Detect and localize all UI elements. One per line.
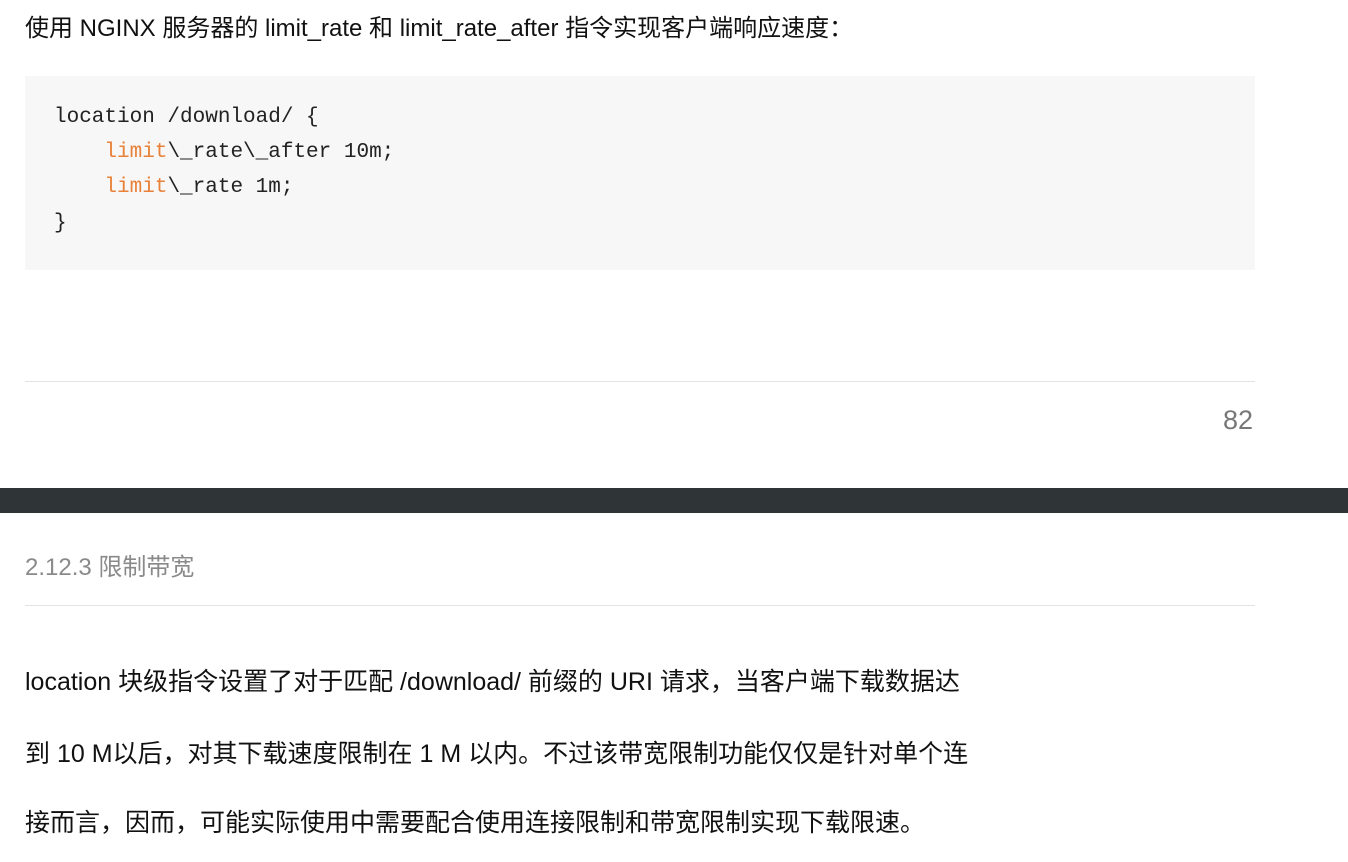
heading-divider xyxy=(25,605,1255,606)
paragraph-line-3: 接而言，因而，可能实际使用中需要配合使用连接限制和带宽限制实现下载限速。 xyxy=(25,809,926,837)
page-number: 82 xyxy=(1222,405,1253,435)
code-line-location: location /download/ { xyxy=(54,106,319,129)
intro-text: 使用 NGINX 服务器的 limit_rate 和 limit_rate_af… xyxy=(25,15,854,42)
code-directive-rest: \_rate 1m; xyxy=(167,176,294,199)
page-break-bar xyxy=(0,488,1348,513)
code-line-limit-rate-after: limit\_rate\_after 10m; xyxy=(54,140,394,166)
code-block: location /download/ { limit\_rate\_after… xyxy=(25,76,1255,270)
paragraph-line-1: location 块级指令设置了对于匹配 /download/ 前缀的 URI … xyxy=(25,668,960,696)
code-keyword-limit: limit xyxy=(104,176,168,199)
section-heading: 2.12.3 限制带宽 xyxy=(25,554,195,581)
code-directive-rest: \_rate\_after 10m; xyxy=(167,141,395,164)
page-divider xyxy=(25,381,1255,382)
paragraph-line-2: 到 10 M以后，对其下载速度限制在 1 M 以内。不过该带宽限制功能仅仅是针对… xyxy=(25,740,969,768)
code-keyword-limit: limit xyxy=(104,141,168,164)
code-line-limit-rate: limit\_rate 1m; xyxy=(54,175,293,201)
code-line-close-brace: } xyxy=(54,212,67,235)
